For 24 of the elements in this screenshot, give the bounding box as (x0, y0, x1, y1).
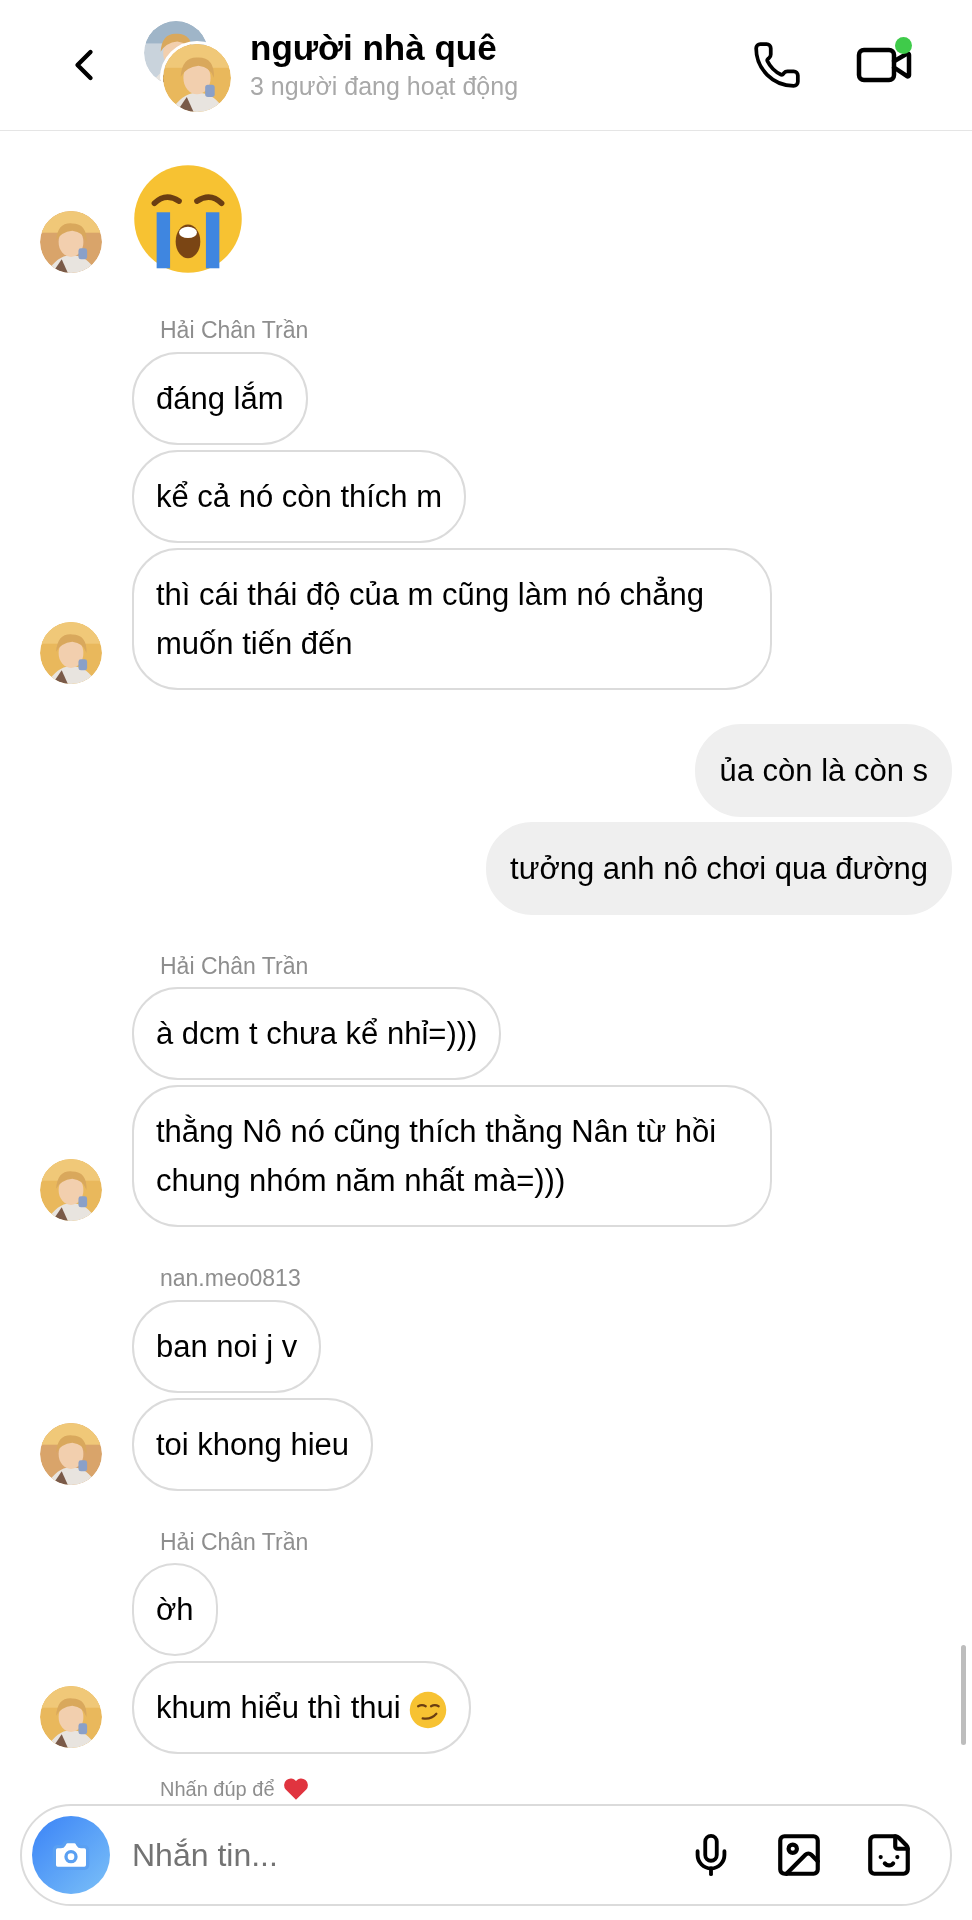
sender-name: Hải Chân Trần (160, 316, 310, 345)
sender-name: nan.meo0813 (160, 1264, 302, 1293)
message-bubble[interactable]: khum hiểu thì thui (132, 1661, 471, 1754)
message-bubble[interactable]: kể cả nó còn thích m (132, 449, 467, 543)
message-bubble[interactable]: tưởng anh nô chơi qua đường (486, 821, 952, 915)
message-bubble[interactable]: ờh (132, 1563, 218, 1656)
sender-name: Hải Chân Trần (160, 1527, 310, 1557)
phone-icon[interactable] (752, 40, 802, 90)
message-bubble[interactable]: toi khong hieu (132, 1397, 374, 1491)
camera-button[interactable] (32, 1816, 110, 1894)
message-bubble[interactable]: ban noi j v (132, 1299, 322, 1393)
sender-name: Hải Chân Trần (160, 951, 310, 981)
message-bubble[interactable]: thằng Nô nó cũng thích thằng Nân từ hồi chung nhóm năm nhất mà=))) (132, 1085, 772, 1227)
double-tap-hint: Nhấn đúp để (160, 1777, 275, 1802)
message-bubble[interactable]: ủa còn là còn s (695, 723, 952, 817)
chat-title: người nhà quê (250, 27, 498, 69)
message-input[interactable]: Nhắn tin... (132, 1831, 668, 1879)
message-bubble[interactable]: à dcm t chưa kể nhỉ=))) (132, 987, 502, 1080)
message-composer[interactable]: Nhắn tin... (20, 1804, 952, 1906)
active-status: 3 người đang hoạt động (250, 71, 520, 102)
scrollbar[interactable] (961, 1645, 966, 1745)
message-bubble[interactable]: đáng lắm (132, 351, 308, 445)
message-bubble[interactable]: thì cái thái độ của m cũng làm nó chẳng muốn tiến đến (132, 547, 772, 690)
crying-face-icon (132, 163, 244, 275)
